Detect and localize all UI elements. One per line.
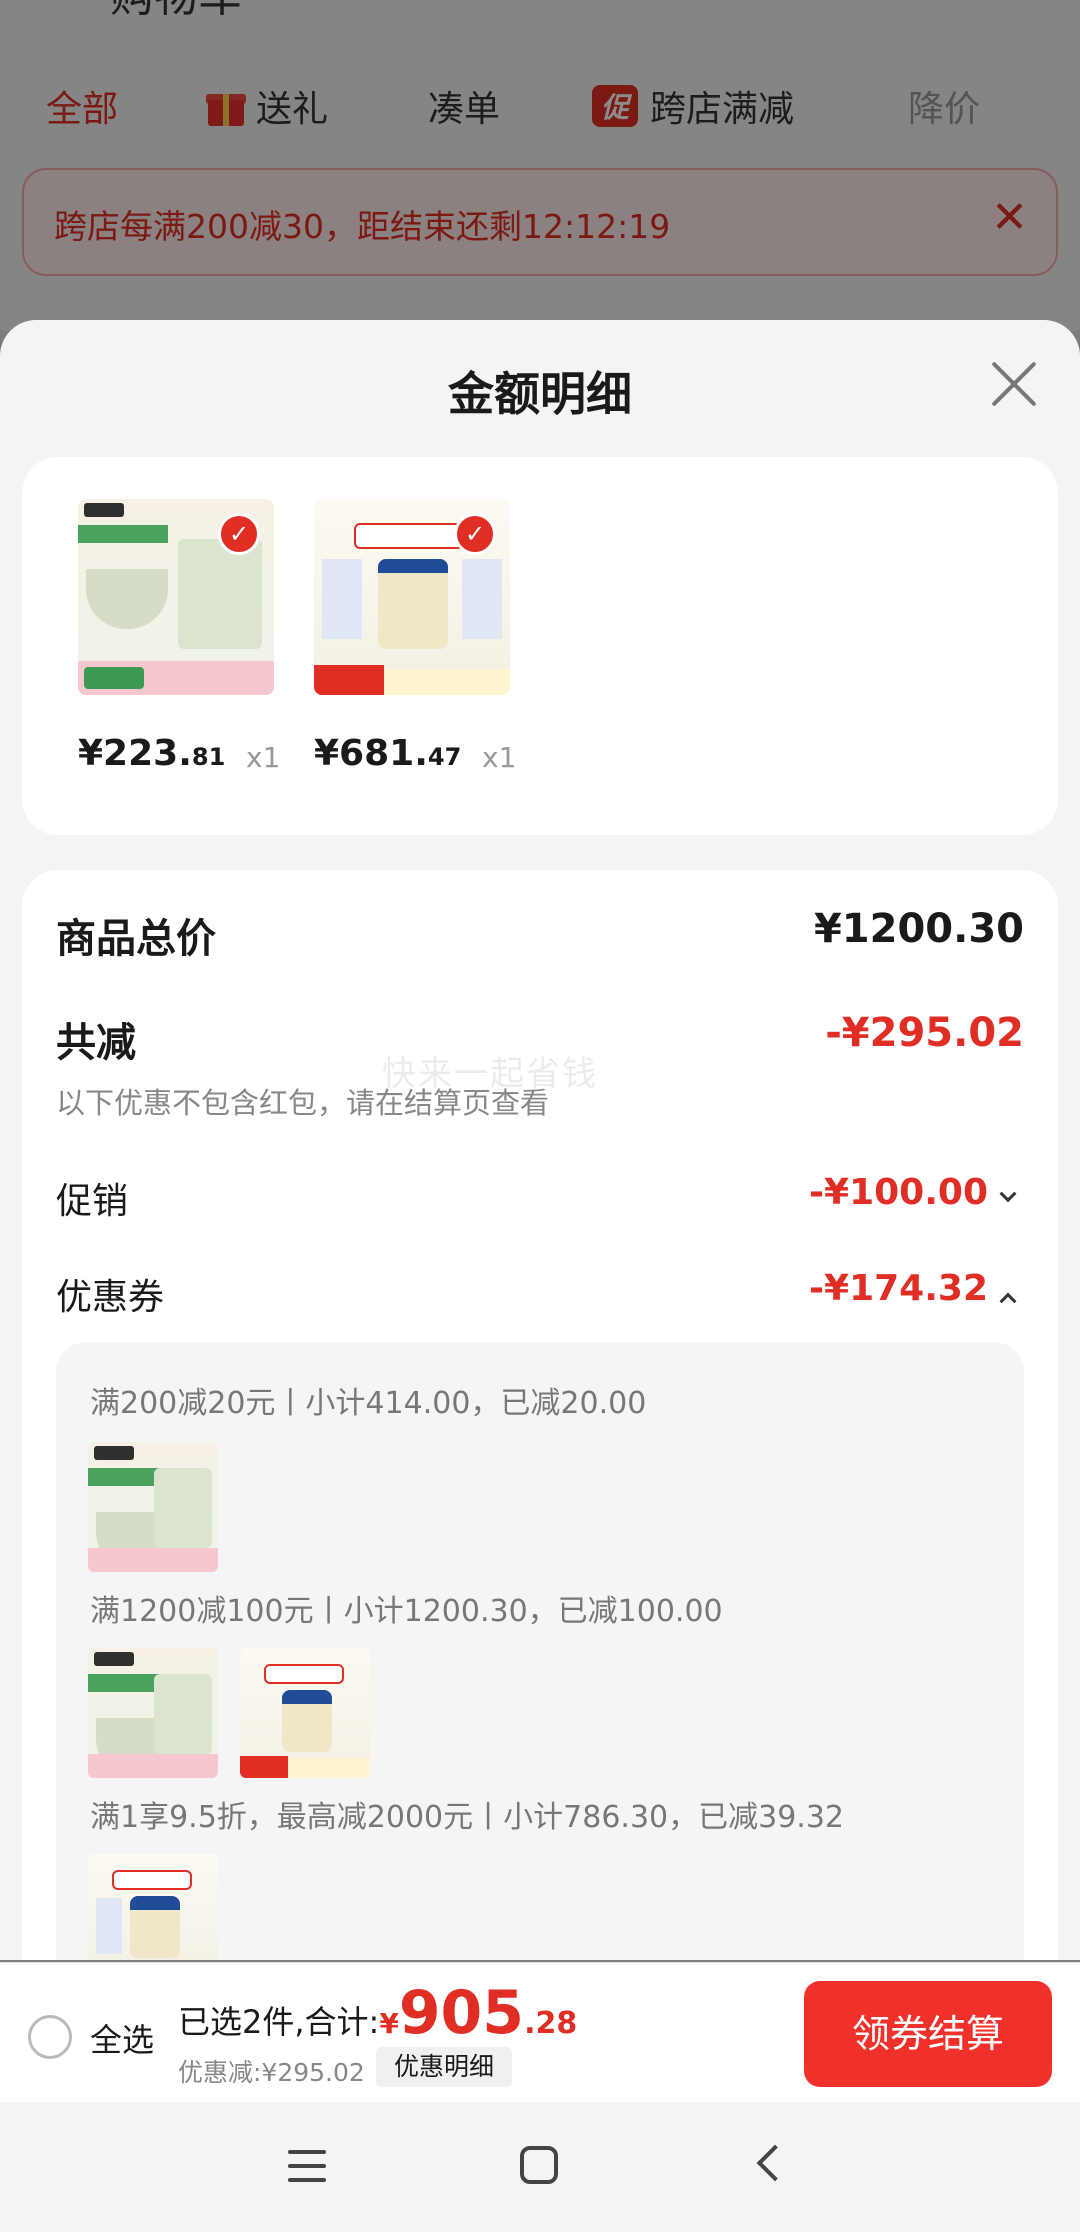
total-decimal: .28 [524,2006,578,2041]
select-all-label[interactable]: 全选 [90,2015,154,2061]
product-price: ¥681.47 [314,733,461,774]
close-icon[interactable] [988,358,1040,410]
price-breakdown-card: 商品总价 ¥1200.30 共减 -¥295.02 快来一起省钱 以下优惠不包含… [22,870,1058,1960]
price-integer: ¥223. [78,733,192,774]
checkout-bar: 全选 已选2件,合计: ¥ 905 .28 优惠减:¥295.02 优惠明细 领… [0,1962,1080,2102]
price-integer: ¥681. [314,733,428,774]
coupon-label: 优惠券 [56,1277,165,1318]
price-decimal: 47 [427,743,462,771]
product-quantity: x1 [246,741,281,774]
menu-icon[interactable] [288,2150,326,2184]
selected-count-label: 已选2件,合计: [178,2003,380,2041]
reduction-note: 以下优惠不包含红包，请在结算页查看 [56,1086,550,1120]
product-thumbnail [88,1648,218,1778]
total-row: 商品总价 ¥1200.30 [56,906,1024,962]
checkmark-icon: ✓ [454,513,496,555]
price-decimal: 81 [191,743,226,771]
modal-overlay[interactable] [0,0,1080,330]
currency-symbol: ¥ [379,2007,399,2040]
chevron-down-icon [999,1185,1017,1203]
chevron-up-icon [999,1292,1017,1310]
product-thumbnail [88,1442,218,1572]
checkmark-icon: ✓ [218,513,260,555]
select-all-radio[interactable] [28,2015,72,2059]
total-value: ¥1200.30 [813,906,1024,952]
checkout-button[interactable]: 领券结算 [804,1981,1052,2087]
coupon-rule: 满1享9.5折，最高减2000元丨小计786.30，已减39.32 [90,1800,844,1835]
system-navigation-bar [0,2102,1080,2232]
discount-text: 优惠减:¥295.02 [178,2058,365,2087]
product-price: ¥223.81 [78,733,225,774]
coupon-amount: -¥174.32 [809,1268,988,1309]
coupon-details: 满200减20元丨小计414.00，已减20.00 满1200减100元丨小计1… [56,1342,1024,1960]
product-thumbnail [240,1648,370,1778]
product-quantity: x1 [482,741,517,774]
selected-products-card: ✓ ✓ ¥223.81 x1 ¥681.47 x1 [22,457,1058,835]
promotion-row[interactable]: 促销 -¥100.00 [56,1172,1024,1228]
product-thumbnail [88,1854,218,1960]
discount-detail-button[interactable]: 优惠明细 [376,2047,513,2087]
coupon-row[interactable]: 优惠券 -¥174.32 [56,1268,1024,1324]
promotion-label: 促销 [56,1181,129,1222]
total-label: 商品总价 [56,916,216,962]
reduction-value: -¥295.02 [825,1010,1024,1056]
coupon-rule: 满200减20元丨小计414.00，已减20.00 [90,1386,647,1421]
back-icon[interactable] [756,2144,794,2182]
sheet-title: 金额明细 [448,367,632,421]
promotion-amount: -¥100.00 [809,1172,988,1213]
product-image[interactable]: ✓ [78,499,274,695]
coupon-rule: 满1200减100元丨小计1200.30，已减100.00 [90,1594,723,1629]
coupon-value: -¥174.32 [809,1268,1017,1310]
reduction-label: 共减 [56,1020,136,1066]
amount-detail-sheet: 金额明细 ✓ ✓ ¥223.81 x1 ¥681.47 x1 商品总价 ¥120… [0,320,1080,1960]
promotion-value: -¥100.00 [809,1172,1017,1213]
total-summary: 已选2件,合计: ¥ 905 .28 [178,1983,577,2043]
product-image[interactable]: ✓ [314,499,510,695]
total-integer: 905 [398,1978,525,2048]
home-icon[interactable] [520,2146,558,2184]
